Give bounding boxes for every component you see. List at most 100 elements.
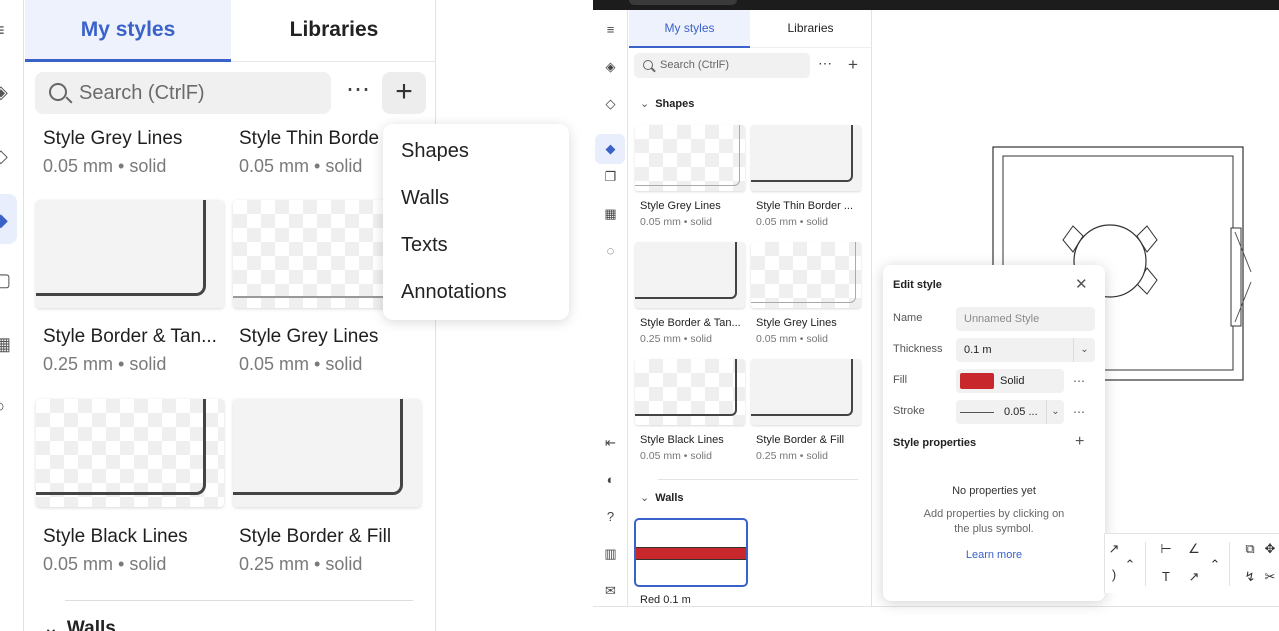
style-thumbnail[interactable]: [635, 125, 745, 191]
style-card-title[interactable]: Style Black Lines: [640, 434, 748, 446]
contrast-icon[interactable]: ◐: [602, 471, 619, 488]
more-options-button[interactable]: ⋯: [343, 72, 373, 114]
table-icon[interactable]: ▦: [0, 334, 11, 354]
comment-icon[interactable]: ○: [0, 396, 8, 416]
search-placeholder: Search (CtrlF): [79, 82, 205, 104]
comment-icon[interactable]: ◌: [602, 242, 619, 259]
style-card-subtitle: 0.05 mm • solid: [756, 333, 828, 345]
style-thumbnail[interactable]: [635, 359, 745, 425]
more-options-button[interactable]: ⋯: [815, 53, 835, 78]
style-card-title[interactable]: Style Grey Lines: [239, 326, 429, 348]
tab-my-styles[interactable]: My styles: [629, 10, 750, 48]
thickness-value: 0.1 m: [964, 344, 992, 356]
chevron-down-icon[interactable]: ⌄: [1046, 400, 1064, 424]
collapse-panel-icon[interactable]: ⇤: [602, 434, 619, 451]
menu-item-shapes[interactable]: Shapes: [401, 140, 469, 163]
search-icon: [643, 60, 653, 70]
style-thumbnail[interactable]: [233, 399, 421, 507]
tab-my-styles[interactable]: My styles: [25, 0, 231, 62]
library-icon[interactable]: ▥: [602, 545, 619, 562]
dimension-icon[interactable]: ⊢: [1157, 540, 1175, 558]
duplicate-icon[interactable]: ⧉: [1241, 540, 1259, 558]
name-field[interactable]: Unnamed Style: [956, 307, 1095, 331]
menu-icon[interactable]: ≡: [0, 20, 8, 40]
text-tool-icon[interactable]: T: [1157, 568, 1175, 586]
fill-more-icon[interactable]: ⋯: [1073, 374, 1085, 388]
menu-item-walls[interactable]: Walls: [401, 187, 449, 210]
scissors-icon[interactable]: ✂: [1261, 568, 1279, 586]
section-divider: [658, 479, 858, 480]
line-arrow-icon[interactable]: ↗: [1185, 568, 1203, 586]
help-icon[interactable]: ?: [602, 508, 619, 525]
wall-style-thumbnail[interactable]: [634, 518, 748, 587]
add-style-button[interactable]: +: [842, 53, 864, 78]
style-card-title[interactable]: Style Black Lines: [43, 526, 233, 548]
menu-icon[interactable]: ≡: [602, 21, 619, 38]
chevron-up-icon[interactable]: ⌃: [1206, 556, 1224, 574]
styles-panel: My styles Libraries Search (CtrlF) ⋯ + ⌄…: [629, 10, 872, 606]
style-card-subtitle: 0.05 mm • solid: [239, 156, 363, 176]
style-card-title[interactable]: Style Border & Fill: [756, 434, 864, 446]
style-card-title[interactable]: Style Thin Border ...: [756, 200, 864, 212]
section-walls-heading[interactable]: ⌄ Walls: [640, 491, 684, 504]
section-walls-heading[interactable]: ⌄ Walls: [43, 617, 116, 631]
style-preview-shape: [233, 200, 403, 298]
stroke-select[interactable]: 0.05 ... ⌄: [956, 400, 1064, 424]
paint-bucket-icon[interactable]: ◆: [602, 140, 619, 157]
style-thumbnail[interactable]: [36, 200, 224, 308]
stroke-more-icon[interactable]: ⋯: [1073, 405, 1085, 419]
angle-icon[interactable]: ∠: [1185, 540, 1203, 558]
close-icon[interactable]: ✕: [1075, 275, 1088, 293]
layers-icon[interactable]: ◈: [602, 58, 619, 75]
add-property-icon[interactable]: +: [1075, 433, 1084, 451]
style-card-subtitle: 0.25 mm • solid: [43, 354, 167, 374]
screenshot-composite: ≡ ◈ ◇ ◆ ▢ ▦ ○ My styles Libraries Search…: [0, 0, 1279, 631]
name-label: Name: [893, 312, 923, 324]
cube-icon[interactable]: ◇: [0, 146, 8, 166]
tab-libraries[interactable]: Libraries: [231, 0, 435, 62]
style-thumbnail[interactable]: [751, 359, 861, 425]
chat-icon[interactable]: ✉: [602, 582, 619, 599]
add-style-button[interactable]: +: [382, 72, 426, 114]
style-card-title[interactable]: Style Grey Lines: [756, 317, 864, 329]
search-input[interactable]: Search (CtrlF): [35, 72, 331, 114]
tool-separator: [1145, 542, 1146, 586]
table-icon[interactable]: ▦: [602, 205, 619, 222]
learn-more-link[interactable]: Learn more: [883, 549, 1105, 561]
style-thumbnail[interactable]: [751, 242, 861, 308]
style-card-title[interactable]: Style Grey Lines: [43, 128, 233, 150]
style-preview-shape: [233, 399, 403, 495]
icon-rail: ≡ ◈ ◇ ◆ ❐ ▦ ◌ ⇤ ◐ ? ▥ ✉: [593, 10, 628, 606]
style-thumbnail[interactable]: [36, 399, 224, 507]
menu-item-annotations[interactable]: Annotations: [401, 281, 507, 304]
pages-icon[interactable]: ❐: [602, 168, 619, 185]
style-thumbnail[interactable]: [635, 242, 745, 308]
cube-icon[interactable]: ◇: [602, 95, 619, 112]
style-card-title[interactable]: Style Thin Borde: [239, 128, 389, 150]
menu-item-texts[interactable]: Texts: [401, 234, 448, 257]
tab-libraries[interactable]: Libraries: [750, 10, 871, 48]
paint-bucket-icon[interactable]: ◆: [0, 210, 8, 230]
search-input[interactable]: Search (CtrlF): [634, 53, 810, 78]
fill-select[interactable]: Solid: [956, 369, 1064, 393]
chevron-up-icon[interactable]: ⌃: [1121, 556, 1139, 574]
dialog-title: Edit style: [893, 279, 942, 291]
chevron-down-icon[interactable]: ⌄: [1073, 338, 1095, 362]
style-card-title[interactable]: Style Border & Tan...: [640, 317, 748, 329]
thickness-select[interactable]: 0.1 m ⌄: [956, 338, 1095, 362]
wall-style-title[interactable]: Red 0.1 m: [640, 594, 691, 606]
pages-icon[interactable]: ▢: [0, 270, 11, 290]
fill-color-swatch[interactable]: [960, 373, 994, 389]
style-card-title[interactable]: Style Border & Tan...: [43, 326, 223, 348]
style-thumbnail[interactable]: [751, 125, 861, 191]
empty-state-description: Add properties by clicking on the plus s…: [923, 508, 1065, 535]
style-card-title[interactable]: Style Border & Fill: [239, 526, 429, 548]
search-icon: [49, 83, 67, 101]
section-divider: [65, 600, 413, 601]
title-bar-tab[interactable]: [629, 0, 737, 5]
move-icon[interactable]: ✥: [1261, 540, 1279, 558]
layers-icon[interactable]: ◈: [0, 82, 8, 102]
section-shapes-heading[interactable]: ⌄ Shapes: [640, 97, 694, 110]
style-card-title[interactable]: Style Grey Lines: [640, 200, 748, 212]
trim-icon[interactable]: ↯: [1241, 568, 1259, 586]
